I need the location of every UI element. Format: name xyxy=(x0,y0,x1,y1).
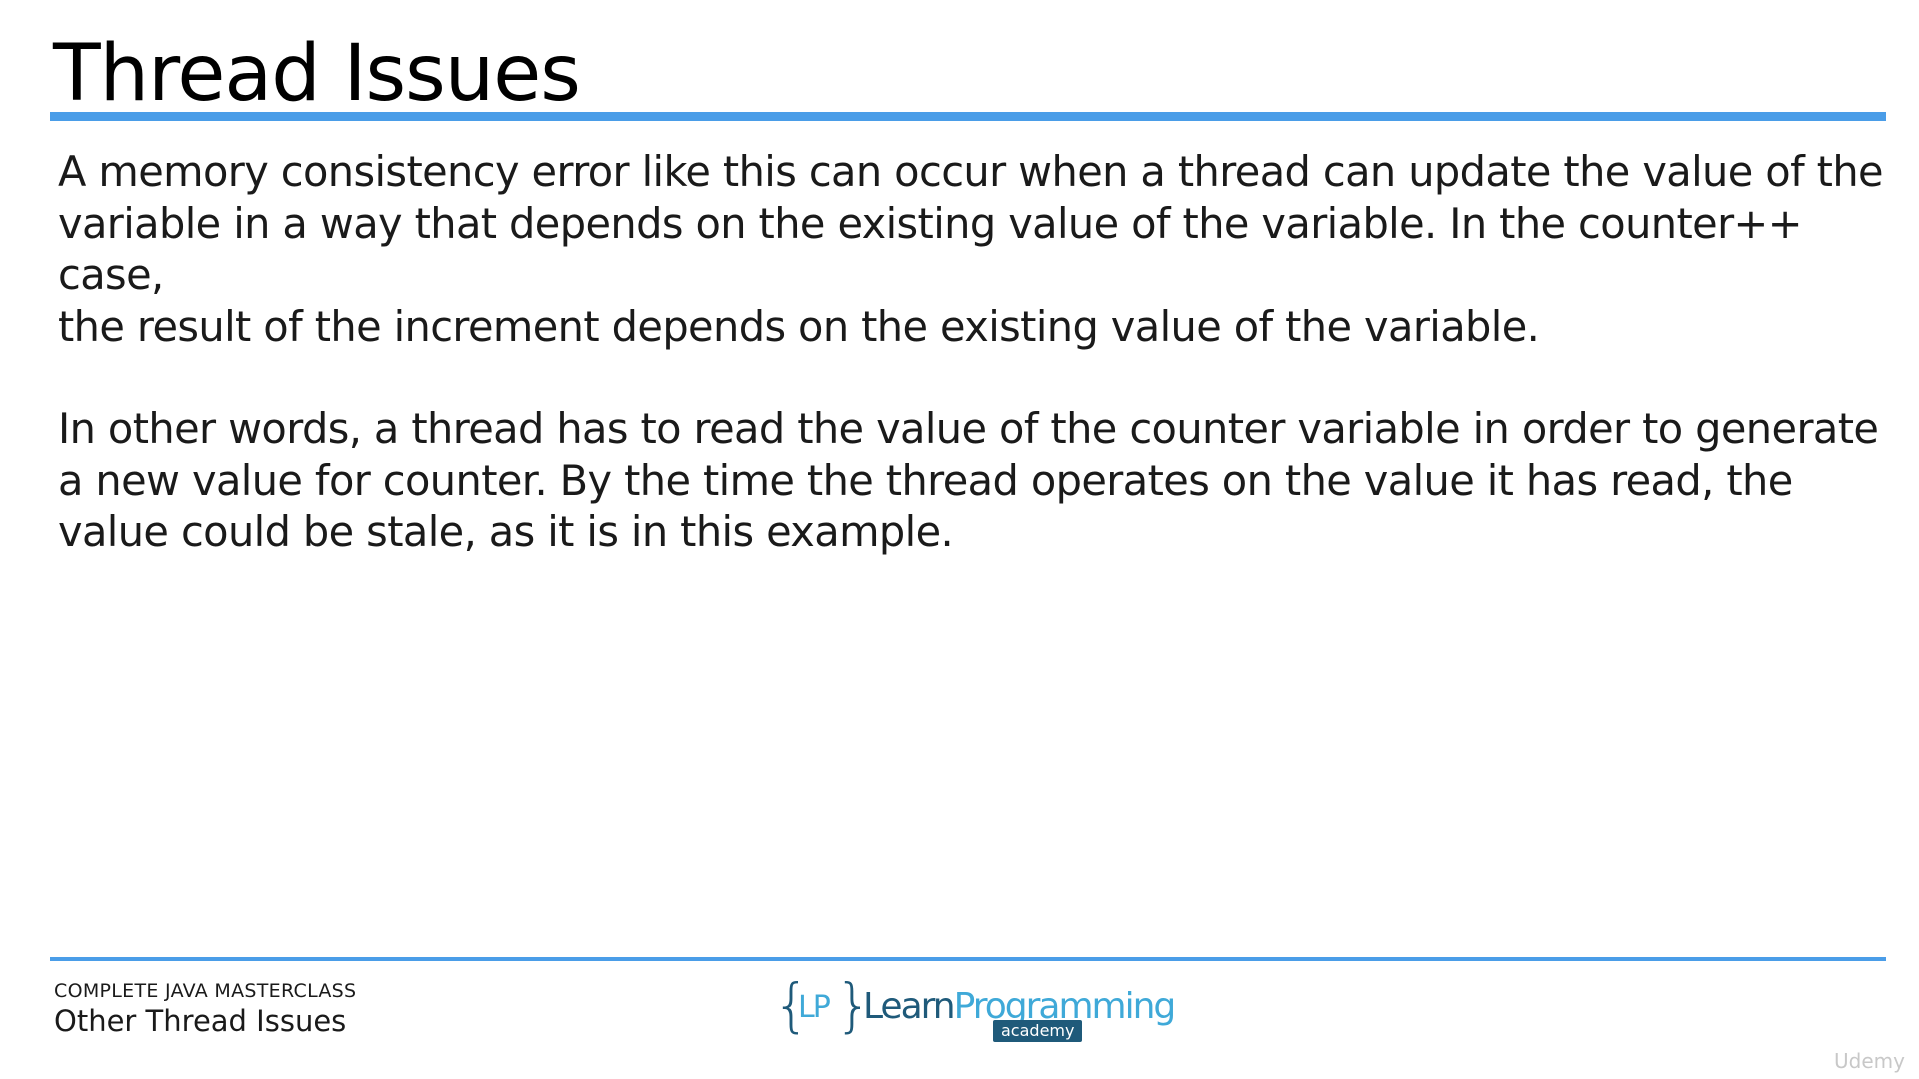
paragraph-line: variable in a way that depends on the ex… xyxy=(58,198,1802,300)
title-divider xyxy=(50,112,1886,121)
paragraph-1: A memory consistency error like this can… xyxy=(58,146,1888,352)
paragraph-line: A memory consistency error like this can… xyxy=(58,147,1884,196)
paragraph-2: In other words, a thread has to read the… xyxy=(58,403,1888,558)
udemy-watermark: Udemy xyxy=(1834,1049,1905,1073)
paragraph-line: the result of the increment depends on t… xyxy=(58,301,1540,351)
learnprogramming-logo: { LP } LearnProgramming academy xyxy=(773,976,1176,1046)
course-name: COMPLETE JAVA MASTERCLASS xyxy=(54,980,357,1002)
slide-title: Thread Issues xyxy=(53,29,581,119)
paragraph-line: a new value for counter. By the time the… xyxy=(58,455,1793,505)
slide: Thread Issues A memory consistency error… xyxy=(0,0,1919,1079)
logo-word-learn: Learn xyxy=(863,986,956,1027)
logo-academy-tag: academy xyxy=(993,1020,1083,1042)
footer-divider xyxy=(50,957,1886,961)
paragraph-line: value could be stale, as it is in this e… xyxy=(58,507,954,556)
slide-body: A memory consistency error like this can… xyxy=(58,146,1888,609)
section-name: Other Thread Issues xyxy=(54,1004,347,1038)
logo-initials: LP xyxy=(798,990,831,1025)
paragraph-line: In other words, a thread has to read the… xyxy=(58,404,1879,453)
